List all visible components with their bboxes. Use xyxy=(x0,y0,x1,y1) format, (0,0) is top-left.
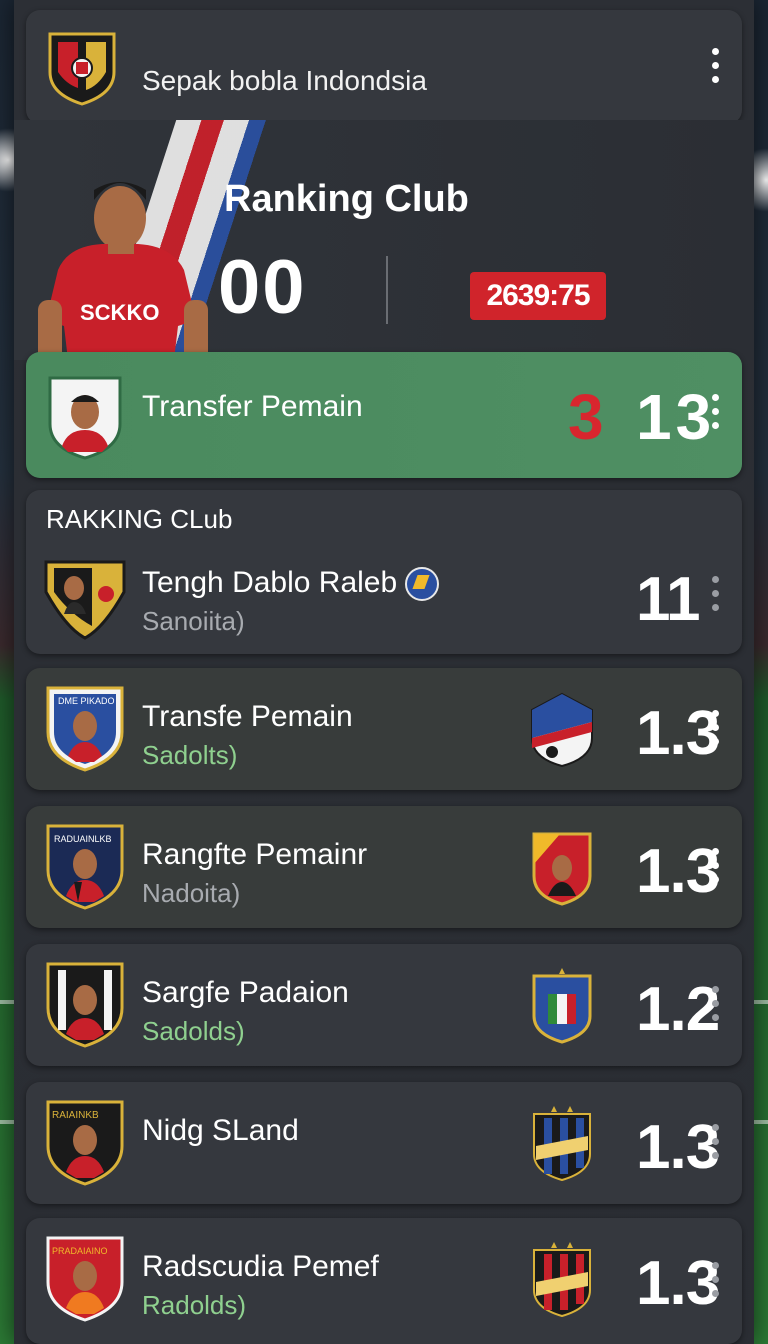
row-name: Tengh Dablo Raleb xyxy=(142,566,440,602)
row-menu-icon[interactable] xyxy=(710,576,720,611)
club-badge-avatar: RAIAINKB xyxy=(46,1100,124,1186)
team-crest-icon xyxy=(533,1242,591,1318)
featured-score-red: 3 xyxy=(568,381,604,453)
player-image: SCKKO xyxy=(38,182,208,360)
ranking-row[interactable]: RADUAINLKB Rangfte Pemainr Nadoita) 1.3 xyxy=(26,806,742,928)
jersey-text: SCKKO xyxy=(80,300,159,325)
featured-name: Transfer Pemain xyxy=(142,390,363,423)
hero-score: 00 xyxy=(218,245,307,330)
club-badge-avatar: DME PIKADO xyxy=(46,686,124,772)
club-badge-avatar: PRADAIAINO xyxy=(46,1236,124,1322)
club-badge-avatar: RADUAINLKB xyxy=(46,824,124,910)
row-name: Transfe Pemain xyxy=(142,700,353,733)
row-menu-icon[interactable] xyxy=(710,848,720,883)
row-name: Radscudia Pemef xyxy=(142,1250,379,1283)
ranking-row[interactable]: Sargfe Padaion Sadolds) 1.2 xyxy=(26,944,742,1066)
row-name: Sargfe Padaion xyxy=(142,976,349,1009)
row-sub: Sanoiita) xyxy=(142,606,245,636)
featured-transfer-card[interactable]: Transfer Pemain 3 13 xyxy=(26,352,742,478)
row-score: 1.2 xyxy=(636,975,720,1044)
row-menu-icon[interactable] xyxy=(710,1262,720,1297)
club-crest-icon[interactable] xyxy=(46,28,118,106)
floodlight-right xyxy=(752,140,768,220)
team-crest-icon xyxy=(532,968,592,1044)
row-menu-icon[interactable] xyxy=(710,986,720,1021)
row-score: 1.3 xyxy=(636,1249,720,1318)
row-sub: Nadoita) xyxy=(142,878,241,908)
row-score: 1.3 xyxy=(636,699,720,768)
hero-divider xyxy=(386,256,388,324)
club-badge-avatar xyxy=(46,962,124,1048)
row-name: Nidg SLand xyxy=(142,1114,299,1147)
row-sub: Sadolds) xyxy=(142,1016,245,1046)
app-title: Sepak bobla Indondsia xyxy=(142,65,427,96)
club-badge-avatar xyxy=(44,560,126,640)
row-menu-icon[interactable] xyxy=(710,710,720,745)
hero-banner: SCKKO Ranking Club 00 2639:75 xyxy=(14,120,754,360)
badge-text: PRADAIAINO xyxy=(52,1246,108,1256)
ranking-row[interactable]: DME PIKADO Transfe Pemain Sadolts) 1.3 xyxy=(26,668,742,790)
row-menu-icon[interactable] xyxy=(710,1124,720,1159)
row-score: 11 xyxy=(636,565,701,634)
hero-title: Ranking Club xyxy=(224,178,469,220)
app-header: Sepak bobla Indondsia xyxy=(26,10,742,124)
verified-badge-icon xyxy=(405,567,440,602)
featured-menu-icon[interactable] xyxy=(710,394,720,429)
team-crest-icon xyxy=(532,832,592,906)
badge-text: RAIAINKB xyxy=(52,1110,99,1121)
ranking-row[interactable]: PRADAIAINO Radscudia Pemef Radolds) 1.3 xyxy=(26,1218,742,1344)
row-sub: Radolds) xyxy=(142,1290,247,1320)
row-name: Rangfte Pemainr xyxy=(142,838,368,871)
row-sub: Sadolts) xyxy=(142,740,238,770)
badge-text: RADUAINLKB xyxy=(54,834,112,844)
badge-text: DME PIKADO xyxy=(58,696,115,706)
featured-score: 13 xyxy=(636,381,716,453)
ranking-row[interactable]: RAIAINKB Nidg SLand 1.3 xyxy=(26,1082,742,1204)
row-score: 1.3 xyxy=(636,1113,720,1182)
team-crest-icon xyxy=(531,692,593,768)
section-label: RAKKING CLub xyxy=(46,504,233,534)
player-avatar xyxy=(48,376,122,460)
team-crest-icon xyxy=(533,1106,591,1182)
row-score: 1.3 xyxy=(636,837,720,906)
hero-timer: 2639:75 xyxy=(470,272,606,320)
header-menu-icon[interactable] xyxy=(710,48,720,83)
ranking-row[interactable]: Tengh Dablo Raleb Sanoiita) 11 xyxy=(26,534,742,656)
